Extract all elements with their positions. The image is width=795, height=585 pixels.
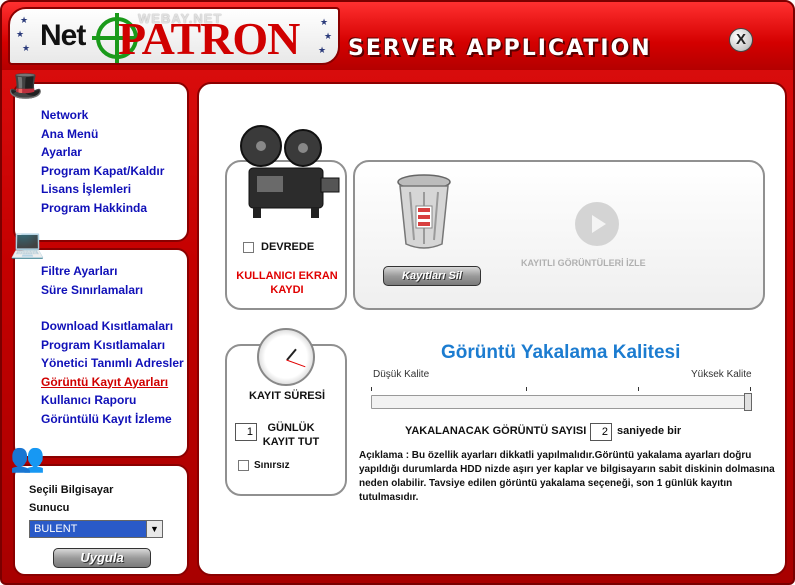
sidebar-panel-main: Network Ana Menü Ayarlar Program Kapat/K…: [13, 82, 189, 242]
description-text: Açıklama : Bu özellik ayarları dikkatli …: [359, 450, 775, 503]
quality-slider-thumb[interactable]: [744, 393, 752, 411]
sidebar-item-license[interactable]: Lisans İşlemleri: [41, 180, 164, 199]
sidebar-item-settings[interactable]: Ayarlar: [41, 143, 164, 162]
star-icon: ★: [20, 15, 29, 25]
low-quality-label: Düşük Kalite: [373, 369, 430, 380]
app-title: SERVER APPLICATION: [348, 36, 652, 61]
users-icon: 👥: [10, 442, 45, 473]
selected-computer-label: Seçili Bilgisayar: [29, 484, 114, 496]
title-bar: ★ ★ ★ ★ ★ ★ Net WEBAY.NET PATRON SERVER …: [2, 2, 793, 70]
quality-title: Görüntü Yakalama Kalitesi: [441, 342, 681, 363]
chevron-down-icon[interactable]: ▼: [146, 521, 162, 537]
record-duration-title: KAYIT SÜRESİ: [249, 390, 326, 402]
sidebar-item-admin-addresses[interactable]: Yönetici Tanımlı Adresler: [41, 354, 184, 373]
app-window: ★ ★ ★ ★ ★ ★ Net WEBAY.NET PATRON SERVER …: [0, 0, 795, 585]
sidebar-item-user-report[interactable]: Kullanıcı Raporu: [41, 391, 184, 410]
days-input[interactable]: 1: [235, 423, 257, 441]
enabled-checkbox[interactable]: [243, 242, 254, 253]
slider-tick: [371, 387, 372, 391]
sidebar-item-video-record-watch[interactable]: Görüntülü Kayıt İzleme: [41, 410, 184, 429]
server-dropdown-value: BULENT: [34, 523, 78, 535]
quality-slider[interactable]: [371, 395, 751, 409]
nav-list-main: Network Ana Menü Ayarlar Program Kapat/K…: [41, 106, 164, 217]
sidebar-item-screen-record-settings[interactable]: Görüntü Kayıt Ayarları: [41, 373, 184, 392]
high-quality-label: Yüksek Kalite: [691, 369, 752, 380]
close-icon: X: [735, 31, 746, 48]
capture-count-input[interactable]: 2: [590, 423, 612, 441]
star-icon: ★: [320, 17, 329, 27]
hat-icon: 🎩: [8, 70, 43, 101]
sidebar-panel-restrictions: Filtre Ayarları Süre Sınırlamaları Downl…: [13, 248, 189, 458]
sidebar-item-close-uninstall[interactable]: Program Kapat/Kaldır: [41, 162, 164, 181]
trash-icon: [397, 174, 451, 249]
sidebar-item-program-restrictions[interactable]: Program Kısıtlamaları: [41, 336, 184, 355]
slider-tick: [638, 387, 639, 391]
logo-text-net: Net: [40, 19, 86, 52]
star-icon: ★: [318, 45, 327, 55]
sidebar-item-about[interactable]: Program Hakkinda: [41, 199, 164, 218]
capture-count-label: YAKALANACAK GÖRÜNTÜ SAYISI :: [405, 425, 594, 437]
slider-tick: [750, 387, 751, 391]
server-dropdown[interactable]: BULENT ▼: [29, 520, 163, 538]
capture-unit-label: saniyede bir: [617, 425, 682, 437]
play-icon[interactable]: [575, 202, 619, 246]
main-content: DEVREDE KULLANICI EKRAN KAYDI Kayıtları …: [197, 82, 787, 576]
star-icon: ★: [16, 29, 25, 39]
logo-text-patron: PATRON: [118, 13, 300, 64]
user-screen-record-label: KULLANICI EKRAN KAYDI: [236, 270, 338, 296]
apply-button[interactable]: Uygula: [53, 548, 151, 568]
computer-icon: 💻: [10, 228, 45, 259]
delete-records-button[interactable]: Kayıtları Sil: [383, 266, 481, 286]
sidebar-item-time-limits[interactable]: Süre Sınırlamaları: [41, 281, 184, 300]
close-button[interactable]: X: [729, 28, 753, 52]
watch-records-link[interactable]: KAYITLI GÖRÜNTÜLERİ İZLE: [521, 258, 646, 268]
unlimited-label: Sınırsız: [254, 460, 290, 471]
star-icon: ★: [324, 31, 333, 41]
sidebar-item-main-menu[interactable]: Ana Menü: [41, 125, 164, 144]
sidebar-item-network[interactable]: Network: [41, 106, 164, 125]
sidebar-item-filter-settings[interactable]: Filtre Ayarları: [41, 262, 184, 281]
unlimited-checkbox[interactable]: [238, 460, 249, 471]
clock-icon: [257, 328, 315, 386]
sidebar-panel-server: Seçili Bilgisayar Sunucu BULENT ▼ Uygula: [13, 464, 189, 576]
days-label: GÜNLÜK KAYIT TUT: [262, 422, 320, 448]
slider-tick: [526, 387, 527, 391]
nav-list-restrictions: Filtre Ayarları Süre Sınırlamaları Downl…: [41, 262, 184, 428]
enabled-label: DEVREDE: [261, 241, 315, 253]
server-label: Sunucu: [29, 502, 70, 514]
netpatron-logo: ★ ★ ★ ★ ★ ★ Net WEBAY.NET PATRON: [8, 7, 340, 65]
sidebar-item-download-restrictions[interactable]: Download Kısıtlamaları: [41, 317, 184, 336]
projector-icon: [240, 125, 340, 218]
star-icon: ★: [22, 43, 31, 53]
